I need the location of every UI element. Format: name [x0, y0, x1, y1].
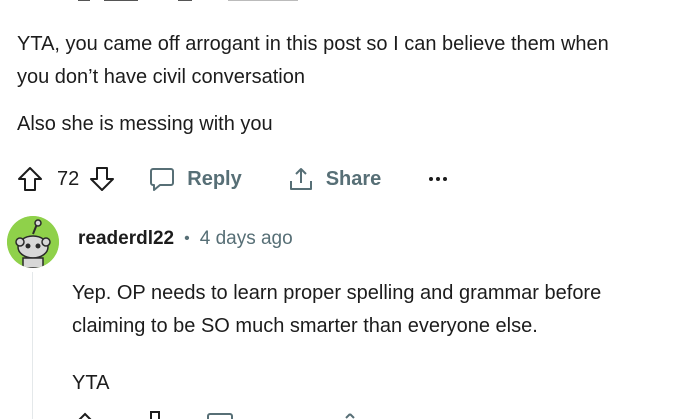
avatar[interactable] [7, 216, 59, 268]
meta-separator: • [184, 230, 190, 247]
username-link[interactable]: readerdl22 [78, 228, 174, 250]
comment-action-bar: 72 Reply Share [17, 164, 449, 194]
share-button[interactable]: Share [288, 166, 382, 192]
vote-score: 72 [57, 167, 80, 190]
upvote-button[interactable] [17, 166, 43, 192]
arrow-up-icon [18, 167, 42, 191]
comment-paragraph: you don’t have civil conversation [17, 66, 305, 88]
comment-timestamp[interactable]: 4 days ago [200, 228, 293, 250]
more-dots-icon [429, 177, 448, 181]
comment-action-bar-cut [72, 410, 700, 419]
chat-bubble-icon [150, 168, 175, 191]
reddit-snoo-icon [7, 216, 59, 268]
thread-line[interactable] [32, 272, 33, 419]
comment-paragraph: YTA, you came off arrogant in this post … [17, 33, 609, 55]
cut-username-glyphs [78, 0, 298, 1]
comment-paragraph: YTA [72, 372, 110, 394]
share-icon [289, 168, 312, 190]
comment-body: Yep. OP needs to learn proper spelling a… [72, 277, 700, 400]
comment-paragraph: Also she is messing with you [17, 113, 273, 135]
comment-header: readerdl22 • 4 days ago [78, 228, 293, 250]
more-options-button[interactable] [427, 174, 449, 184]
cut-action-icons [78, 411, 355, 419]
reply-label: Reply [187, 167, 242, 190]
arrow-down-icon [90, 167, 115, 191]
comment-paragraph: Yep. OP needs to learn proper spelling a… [72, 282, 602, 304]
comment-paragraph: claiming to be SO much smarter than ever… [72, 315, 538, 337]
previous-comment-header [0, 0, 700, 6]
comment-body: YTA, you came off arrogant in this post … [17, 28, 700, 141]
downvote-button[interactable] [89, 166, 115, 192]
previous-comment-header-cut [78, 0, 338, 6]
reply-button[interactable]: Reply [149, 166, 242, 192]
share-label: Share [325, 167, 382, 190]
